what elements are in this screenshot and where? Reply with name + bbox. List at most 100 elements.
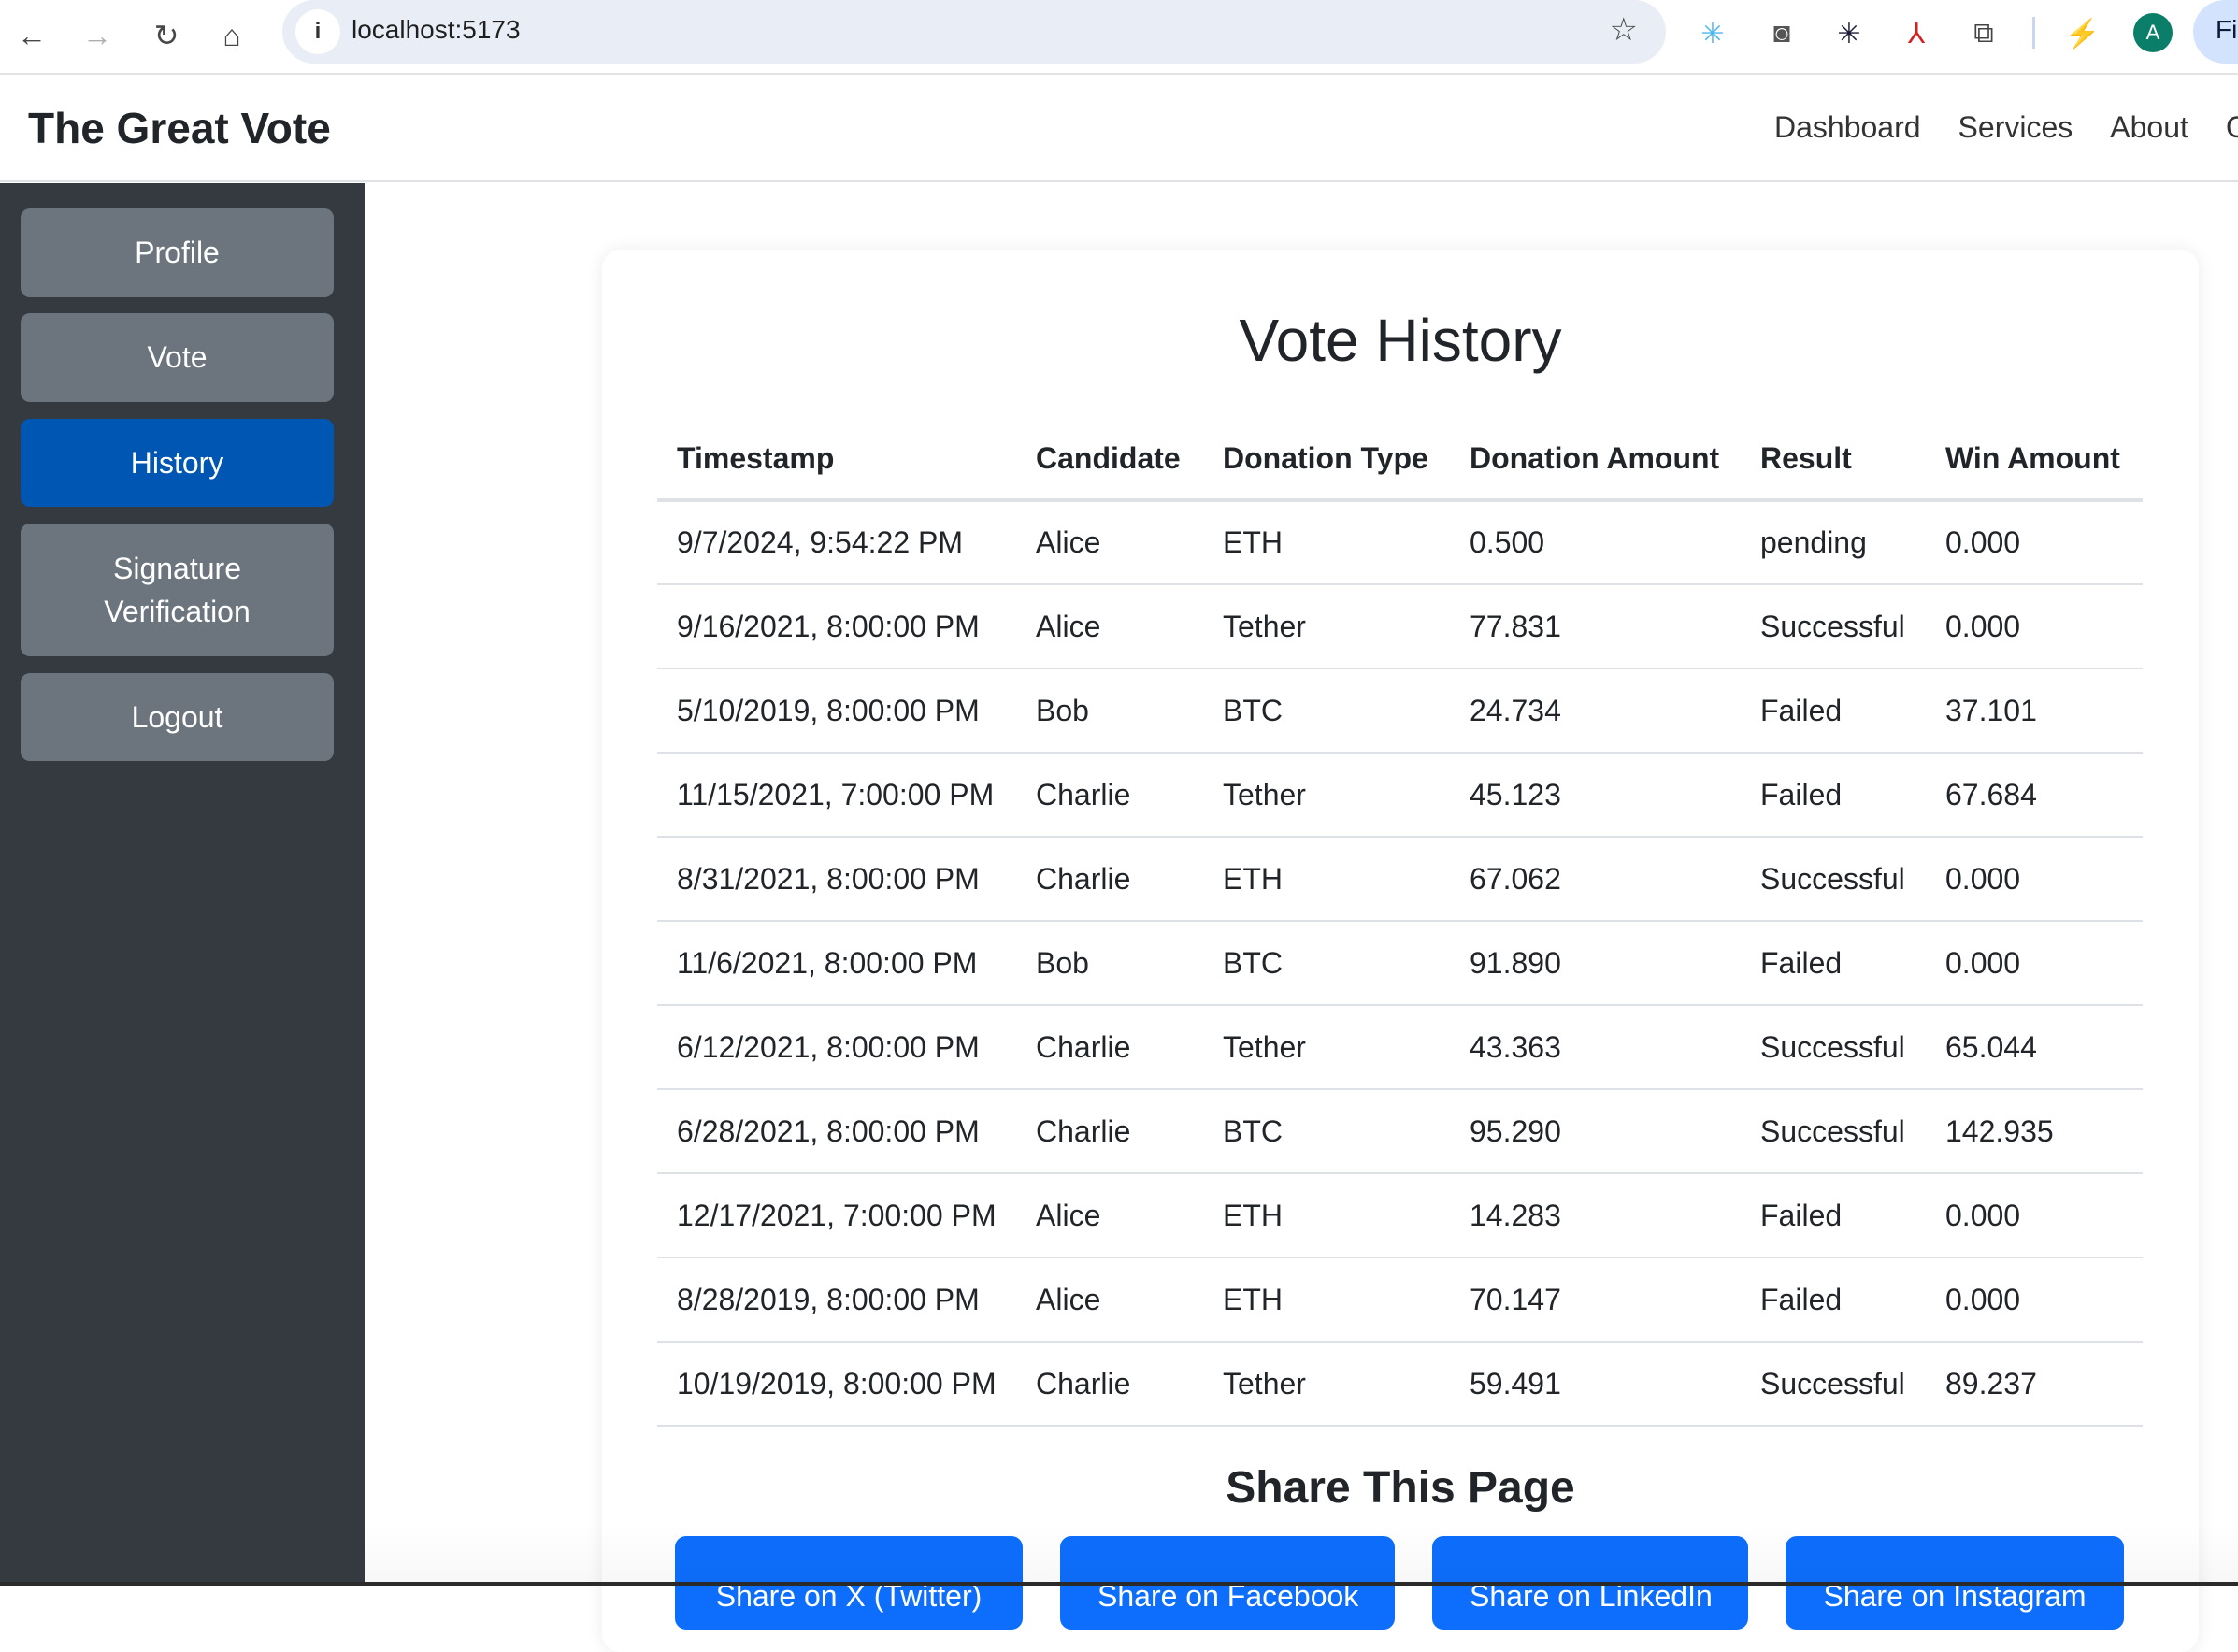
cell-donation-type: Tether <box>1203 1342 1450 1427</box>
cell-result: Failed <box>1741 753 1926 838</box>
table-row: 9/16/2021, 8:00:00 PM Alice Tether 77.831 Su… <box>657 584 2143 669</box>
cell-donation-type: BTC <box>1203 1089 1450 1174</box>
cell-win-amount: 0.000 <box>1926 584 2143 669</box>
bookmark-star-icon[interactable]: ☆ <box>1610 11 1638 49</box>
cell-donation-amount: 67.062 <box>1450 837 1741 922</box>
cell-timestamp: 11/15/2021, 7:00:00 PM <box>657 753 1016 838</box>
cell-donation-amount: 43.363 <box>1450 1005 1741 1090</box>
address-bar[interactable]: i localhost:5173 ☆ <box>282 0 1666 64</box>
cell-candidate: Charlie <box>1016 1342 1203 1427</box>
cell-candidate: Bob <box>1016 921 1203 1006</box>
app-header: The Great Vote Dashboard Services About … <box>0 77 2238 182</box>
table-row: 12/17/2021, 7:00:00 PM Alice ETH 14.283 Fail… <box>657 1173 2143 1258</box>
cell-win-amount: 0.000 <box>1926 1257 2143 1343</box>
sidebar-item-logout[interactable]: Logout <box>21 673 334 761</box>
cell-timestamp: 8/28/2019, 8:00:00 PM <box>657 1257 1016 1343</box>
cell-donation-amount: 59.491 <box>1450 1342 1741 1427</box>
acrobat-extension-icon[interactable]: ⅄ <box>1896 13 1937 54</box>
sidebar-item-history[interactable]: History <box>21 419 334 507</box>
puzzle-extensions-icon[interactable]: ⧉ <box>1963 13 2004 54</box>
table-header-row: Timestamp Candidate Donation Type Donati… <box>657 418 2143 502</box>
cell-result: Successful <box>1741 584 1926 669</box>
top-nav: Dashboard Services About C <box>1774 110 2238 145</box>
table-row: 9/7/2024, 9:54:22 PM Alice ETH 0.500 pending… <box>657 500 2143 585</box>
cell-donation-type: Tether <box>1203 584 1450 669</box>
cell-donation-type: BTC <box>1203 668 1450 754</box>
cell-candidate: Alice <box>1016 584 1203 669</box>
table-row: 11/15/2021, 7:00:00 PM Charlie Tether 45.12… <box>657 753 2143 838</box>
asterisk-extension-icon[interactable]: ✳ <box>1829 13 1870 54</box>
cell-donation-type: Tether <box>1203 1005 1450 1090</box>
toolbar-separator <box>2032 17 2035 49</box>
cell-donation-amount: 45.123 <box>1450 753 1741 838</box>
profile-chip[interactable]: Fi <box>2193 0 2238 64</box>
cell-win-amount: 37.101 <box>1926 668 2143 754</box>
home-icon[interactable]: ⌂ <box>211 15 252 56</box>
sidebar-item-signature-verification[interactable]: Signature Verification <box>21 524 334 656</box>
sidebar-item-profile[interactable]: Profile <box>21 208 334 297</box>
energy-saver-icon[interactable]: ⚡ <box>2062 13 2103 54</box>
nav-about[interactable]: About <box>2110 110 2188 145</box>
nav-contact[interactable]: C <box>2226 110 2238 145</box>
cell-result: Failed <box>1741 1173 1926 1258</box>
column-header-result: Result <box>1741 418 1926 502</box>
cell-win-amount: 65.044 <box>1926 1005 2143 1090</box>
table-row: 10/19/2019, 8:00:00 PM Charlie Tether 59.49… <box>657 1342 2143 1427</box>
cell-candidate: Charlie <box>1016 837 1203 922</box>
cell-candidate: Charlie <box>1016 1005 1203 1090</box>
browser-toolbar: ← → ↻ ⌂ i localhost:5173 ☆ ✳ ◙ ✳ ⅄ ⧉ ⚡ A Fi <box>0 0 2238 75</box>
cell-timestamp: 8/31/2021, 8:00:00 PM <box>657 837 1016 922</box>
cell-donation-amount: 70.147 <box>1450 1257 1741 1343</box>
nav-dashboard[interactable]: Dashboard <box>1774 110 1921 145</box>
reload-icon[interactable]: ↻ <box>146 15 187 56</box>
cell-result: Successful <box>1741 1089 1926 1174</box>
table-row: 5/10/2019, 8:00:00 PM Bob BTC 24.734 Failed 3… <box>657 668 2143 754</box>
cell-win-amount: 0.000 <box>1926 837 2143 922</box>
cell-donation-amount: 95.290 <box>1450 1089 1741 1174</box>
screen-recorder-extension-icon[interactable]: ◙ <box>1761 13 1802 54</box>
sidebar-item-vote[interactable]: Vote <box>21 313 334 402</box>
profile-avatar[interactable]: A <box>2133 13 2173 52</box>
cell-donation-type: Tether <box>1203 753 1450 838</box>
brand-title[interactable]: The Great Vote <box>28 103 331 153</box>
table-row: 8/28/2019, 8:00:00 PM Alice ETH 70.147 Faile… <box>657 1257 2143 1343</box>
forward-arrow-icon[interactable]: → <box>77 15 118 56</box>
table-row: 11/6/2021, 8:00:00 PM Bob BTC 91.890 Failed 0… <box>657 921 2143 1006</box>
cell-timestamp: 10/19/2019, 8:00:00 PM <box>657 1342 1016 1427</box>
url-text[interactable]: localhost:5173 <box>351 15 521 45</box>
cell-win-amount: 142.935 <box>1926 1089 2143 1174</box>
cell-win-amount: 67.684 <box>1926 753 2143 838</box>
cell-donation-type: ETH <box>1203 837 1450 922</box>
sidebar: Profile Vote History Signature Verificat… <box>0 183 365 1586</box>
cell-result: pending <box>1741 500 1926 585</box>
cell-candidate: Charlie <box>1016 1089 1203 1174</box>
share-heading: Share This Page <box>1226 1463 1575 1513</box>
site-info-icon[interactable]: i <box>295 9 340 54</box>
history-card: Vote History Timestamp Candidate Donatio… <box>602 250 2199 1652</box>
cell-timestamp: 11/6/2021, 8:00:00 PM <box>657 921 1016 1006</box>
cell-candidate: Alice <box>1016 1257 1203 1343</box>
cell-donation-type: ETH <box>1203 1173 1450 1258</box>
cell-donation-amount: 0.500 <box>1450 500 1741 585</box>
window-bottom-edge <box>0 1582 2238 1586</box>
column-header-donation-amount: Donation Amount <box>1450 418 1741 502</box>
cell-win-amount: 0.000 <box>1926 500 2143 585</box>
cell-win-amount: 0.000 <box>1926 921 2143 1006</box>
cell-donation-type: ETH <box>1203 1257 1450 1343</box>
column-header-win-amount: Win Amount <box>1926 418 2143 502</box>
perplexity-extension-icon[interactable]: ✳ <box>1692 13 1733 54</box>
cell-win-amount: 0.000 <box>1926 1173 2143 1258</box>
cell-win-amount: 89.237 <box>1926 1342 2143 1427</box>
cell-candidate: Alice <box>1016 1173 1203 1258</box>
back-arrow-icon[interactable]: ← <box>11 15 52 56</box>
table-row: 8/31/2021, 8:00:00 PM Charlie ETH 67.062 Suc… <box>657 837 2143 922</box>
page-title: Vote History <box>1239 307 1562 374</box>
cell-result: Failed <box>1741 1257 1926 1343</box>
table-row: 6/12/2021, 8:00:00 PM Charlie Tether 43.363… <box>657 1005 2143 1090</box>
cell-timestamp: 6/12/2021, 8:00:00 PM <box>657 1005 1016 1090</box>
cell-result: Failed <box>1741 668 1926 754</box>
cell-donation-type: BTC <box>1203 921 1450 1006</box>
cell-timestamp: 6/28/2021, 8:00:00 PM <box>657 1089 1016 1174</box>
nav-services[interactable]: Services <box>1958 110 2073 145</box>
vote-history-table: Timestamp Candidate Donation Type Donati… <box>657 418 2143 1427</box>
